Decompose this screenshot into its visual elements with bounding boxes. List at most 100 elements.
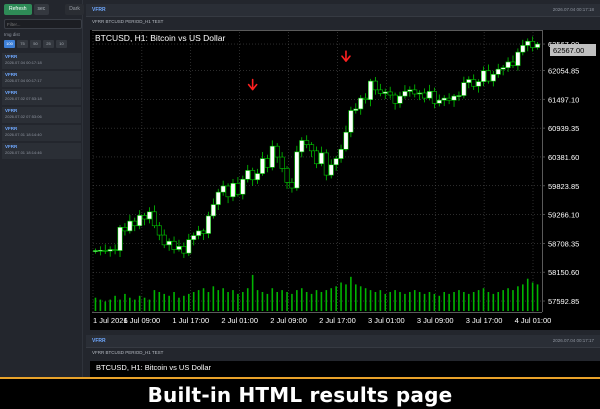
candle-body (495, 68, 501, 75)
candle-body (117, 227, 123, 251)
price-chart[interactable]: BTCUSD, H1: Bitcoin vs US Dollar 62567.0… (90, 30, 600, 330)
run-item[interactable]: VFRR 2026.07.04 00:17:17 (2, 71, 81, 88)
candle-body (476, 81, 482, 87)
candle-body (471, 79, 477, 87)
candle-body (137, 215, 143, 227)
candle-body (210, 204, 216, 217)
time-tick-label: 3 Jul 09:00 (417, 316, 454, 325)
candle-body (456, 95, 462, 97)
run-date: 2026.07.02 07:53:06 (5, 114, 42, 119)
run-item[interactable]: VFRR 2026.07.04 00:17:18 (2, 53, 81, 70)
candle-body (132, 220, 138, 227)
candle-body (372, 80, 378, 91)
candle-body (269, 145, 275, 168)
candle-body (250, 170, 256, 181)
candle-body (205, 215, 211, 234)
price-tick-label: 61497.10 (548, 95, 579, 104)
candle-body (186, 239, 192, 254)
panel-title: VFRR (92, 7, 106, 13)
interval-unit-button[interactable]: sec (33, 4, 50, 15)
candle-body (314, 150, 320, 165)
time-tick-label: 2 Jul 09:00 (270, 316, 307, 325)
candle-body (461, 82, 467, 96)
candle-body (323, 152, 329, 176)
candle-body (181, 246, 187, 254)
time-tick-label: 1 Jul 09:00 (124, 316, 161, 325)
candle-body (338, 148, 344, 159)
candle-body (485, 70, 491, 82)
candle-body (264, 158, 270, 168)
run-date: 2026.07.04 00:17:17 (5, 78, 42, 83)
result-panel-header[interactable]: VFRR 2026.07.04 00:17:18 (86, 4, 600, 17)
candle-body (225, 185, 231, 198)
candle-body (481, 70, 487, 82)
candle-body (490, 74, 496, 82)
candle-body (348, 110, 354, 133)
candle-body (525, 41, 531, 46)
time-tick-label: 2 Jul 17:00 (319, 316, 356, 325)
candle-body (431, 91, 437, 104)
candle-body (368, 80, 374, 100)
run-item[interactable]: VFRR 2026.07.02 07:53:06 (2, 107, 81, 124)
time-tick-label: 3 Jul 01:00 (368, 316, 405, 325)
price-tick-label: 60939.35 (548, 124, 579, 133)
candle-body (235, 183, 241, 195)
candle-body (441, 97, 447, 101)
candle-body (107, 249, 113, 252)
candle-body (299, 140, 305, 153)
candle-body (191, 235, 197, 240)
chip-100[interactable]: 100 (4, 40, 15, 48)
run-item[interactable]: VFRR 2026.07.01 18:14:40 (2, 125, 81, 142)
chip-75[interactable]: 75 (17, 40, 28, 48)
candle-body (171, 240, 177, 250)
time-tick-label: 1 Jul 17:00 (172, 316, 209, 325)
run-item[interactable]: VFRR 2026.07.01 18:14:46 (2, 143, 81, 160)
price-tick-label: 62054.85 (548, 66, 579, 75)
price-tick-label: 60381.60 (548, 153, 579, 162)
panel-subtitle: VFRR BTCUSD PERIOD_H1 TEST (92, 350, 164, 355)
candle-body (215, 191, 221, 205)
candle-body (422, 92, 428, 99)
run-item[interactable]: VFRR 2026.07.02 07:53:18 (2, 89, 81, 106)
refresh-button[interactable]: Refresh (4, 4, 32, 15)
candle-body (530, 41, 536, 48)
candle-body (279, 156, 285, 169)
candle-body (142, 215, 148, 220)
candle-body (417, 92, 423, 95)
caption-banner: Built-in HTML results page (0, 377, 600, 409)
candle-body (201, 230, 207, 234)
candle-body (240, 178, 246, 195)
candle-body (402, 91, 408, 97)
candle-body (220, 185, 226, 193)
candle-body (426, 91, 432, 99)
candle-body (466, 79, 472, 83)
filter-input[interactable] (4, 19, 82, 29)
chip-10[interactable]: 10 (56, 40, 67, 48)
candle-body (309, 144, 315, 152)
time-tick-label: 2 Jul 01:00 (221, 316, 258, 325)
candle-body (196, 230, 202, 236)
price-chart-2[interactable]: BTCUSD, H1: Bitcoin vs US Dollar (90, 361, 600, 377)
candle-body (515, 51, 521, 66)
price-tick-label: 59266.10 (548, 211, 579, 220)
run-list: VFRR 2026.07.04 00:17:18 VFRR 2026.07.04… (2, 53, 81, 161)
candle-body (451, 95, 457, 101)
price-tick-label: 58150.60 (548, 268, 579, 277)
candle-body (318, 152, 324, 165)
dark-mode-toggle[interactable]: Dark (65, 4, 84, 15)
panel-date: 2026.07.04 00:17:18 (552, 7, 594, 12)
candle-body (122, 227, 128, 232)
candle-body (255, 173, 261, 181)
candle-body (259, 158, 265, 174)
banner-text: Built-in HTML results page (147, 383, 453, 407)
sidebar: Refresh sec Dark Img dist 100 75 50 25 1… (0, 0, 84, 377)
candle-body (387, 91, 393, 96)
candle-body (92, 250, 98, 252)
result-panel-header[interactable]: VFRR 2026.07.04 00:17:17 (86, 335, 600, 348)
chip-50[interactable]: 50 (30, 40, 41, 48)
candle-body (353, 108, 359, 111)
time-tick-label: 4 Jul 01:00 (515, 316, 552, 325)
candle-body (127, 220, 133, 232)
candle-body (392, 94, 398, 104)
chip-25[interactable]: 25 (43, 40, 54, 48)
